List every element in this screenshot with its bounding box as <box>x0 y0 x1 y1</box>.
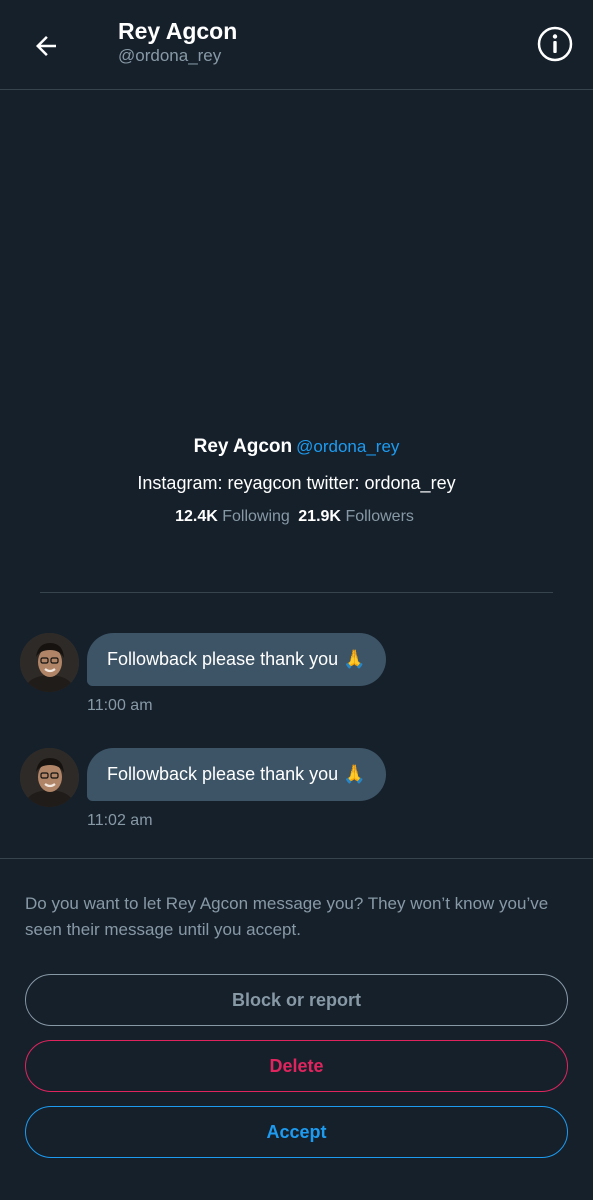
accept-button[interactable]: Accept <box>25 1106 568 1158</box>
back-arrow-icon <box>36 36 56 56</box>
info-icon <box>537 26 573 62</box>
followers-label[interactable]: Followers <box>345 508 413 525</box>
following-label[interactable]: Following <box>222 508 290 525</box>
info-button[interactable] <box>535 24 575 64</box>
block-or-report-button[interactable]: Block or report <box>25 974 568 1026</box>
message-bubble[interactable]: Followback please thank you 🙏 <box>87 748 386 801</box>
profile-summary: Rey Agcon @ordona_rey Instagram: reyagcon… <box>0 432 593 530</box>
profile-name[interactable]: Rey Agcon <box>194 436 293 457</box>
conversation-header: Rey Agcon @ordona_rey <box>0 0 593 90</box>
message-time: 11:00 am <box>87 697 153 714</box>
message-request-prompt: Do you want to let Rey Agcon message you… <box>25 894 549 939</box>
profile-nameline: Rey Agcon @ordona_rey <box>0 432 593 462</box>
followers-count[interactable]: 21.9K <box>298 508 341 525</box>
divider <box>0 858 593 859</box>
divider <box>40 592 553 593</box>
header-name: Rey Agcon <box>118 18 238 44</box>
avatar[interactable] <box>20 633 79 692</box>
avatar[interactable] <box>20 748 79 807</box>
header-title[interactable]: Rey Agcon @ordona_rey <box>118 16 237 66</box>
following-count[interactable]: 12.4K <box>175 508 218 525</box>
profile-bio: Instagram: reyagcon twitter: ordona_rey <box>137 473 456 493</box>
message-time: 11:02 am <box>87 812 153 829</box>
message-bubble[interactable]: Followback please thank you 🙏 <box>87 633 386 686</box>
dm-request-screen: Rey Agcon @ordona_rey Rey Agcon @ordona_r… <box>0 0 593 1200</box>
profile-stats: 12.4K Following 21.9K Followers <box>0 504 593 530</box>
header-handle: @ordona_rey <box>118 46 222 65</box>
back-button[interactable] <box>22 22 70 70</box>
profile-handle[interactable]: @ordona_rey <box>296 437 399 456</box>
delete-button[interactable]: Delete <box>25 1040 568 1092</box>
